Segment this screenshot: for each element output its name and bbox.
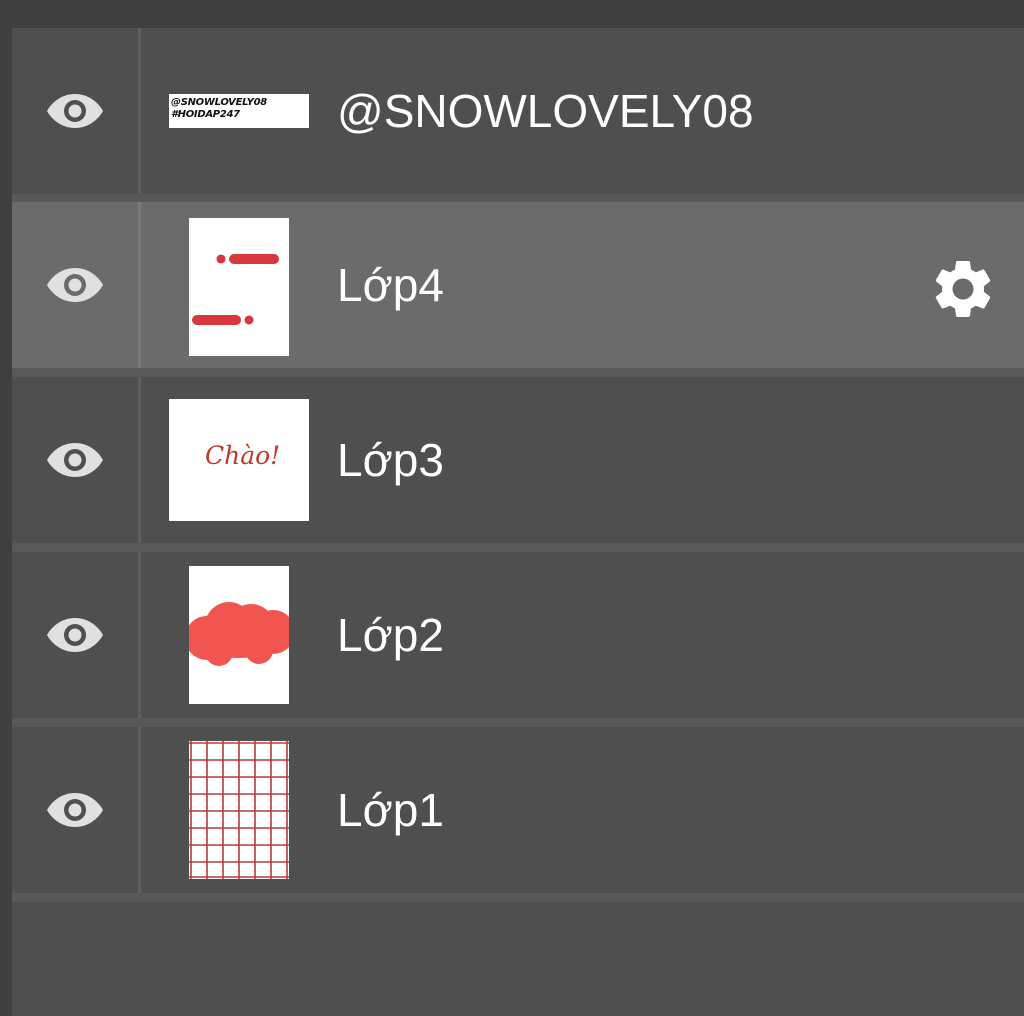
layer-thumbnail: @SNOWLOVELY08 #HOIDAP247: [169, 94, 309, 128]
eye-icon: [47, 268, 103, 302]
gear-icon[interactable]: [928, 254, 998, 324]
layer-name: Lớp1: [337, 784, 444, 836]
visibility-toggle[interactable]: [12, 202, 138, 368]
layer-row-snowlovely08[interactable]: @SNOWLOVELY08 #HOIDAP247 @SNOWLOVELY08: [12, 28, 1024, 194]
eye-icon: [47, 618, 103, 652]
layer-row-lop4[interactable]: Lớp4: [12, 202, 1024, 368]
layers-panel: @SNOWLOVELY08 #HOIDAP247 @SNOWLOVELY08 L…: [12, 28, 1024, 1016]
row-divider: [138, 377, 141, 543]
layers-empty-area: [12, 902, 1024, 1016]
layer-name: Lớp2: [337, 609, 444, 661]
layer-thumbnail: [189, 741, 289, 879]
layer-name: Lớp4: [337, 259, 444, 311]
eye-icon: [47, 793, 103, 827]
layer-name: @SNOWLOVELY08: [337, 85, 754, 137]
eye-icon: [47, 94, 103, 128]
row-divider: [138, 552, 141, 718]
thumbnail-image: [192, 254, 279, 325]
visibility-toggle[interactable]: [12, 377, 138, 543]
layer-name: Lớp3: [337, 434, 444, 486]
visibility-toggle[interactable]: [12, 552, 138, 718]
thumbnail-text: @SNOWLOVELY08: [171, 97, 267, 108]
layer-row-lop1[interactable]: Lớp1: [12, 727, 1024, 893]
eye-icon: [47, 443, 103, 477]
thumbnail-text: #HOIDAP247: [171, 109, 240, 120]
layer-thumbnail: [189, 218, 289, 356]
layer-thumbnail: [189, 566, 289, 704]
layer-thumbnail: Chào!: [169, 399, 309, 521]
layer-row-lop3[interactable]: Chào! Lớp3: [12, 377, 1024, 543]
thumbnail-image: [189, 602, 289, 666]
row-divider: [138, 727, 141, 893]
grid-pattern: [189, 741, 289, 879]
layer-row-lop2[interactable]: Lớp2: [12, 552, 1024, 718]
visibility-toggle[interactable]: [12, 727, 138, 893]
row-divider: [138, 28, 141, 194]
thumbnail-text: Chào!: [205, 441, 281, 470]
visibility-toggle[interactable]: [12, 28, 138, 194]
row-divider: [138, 202, 141, 368]
